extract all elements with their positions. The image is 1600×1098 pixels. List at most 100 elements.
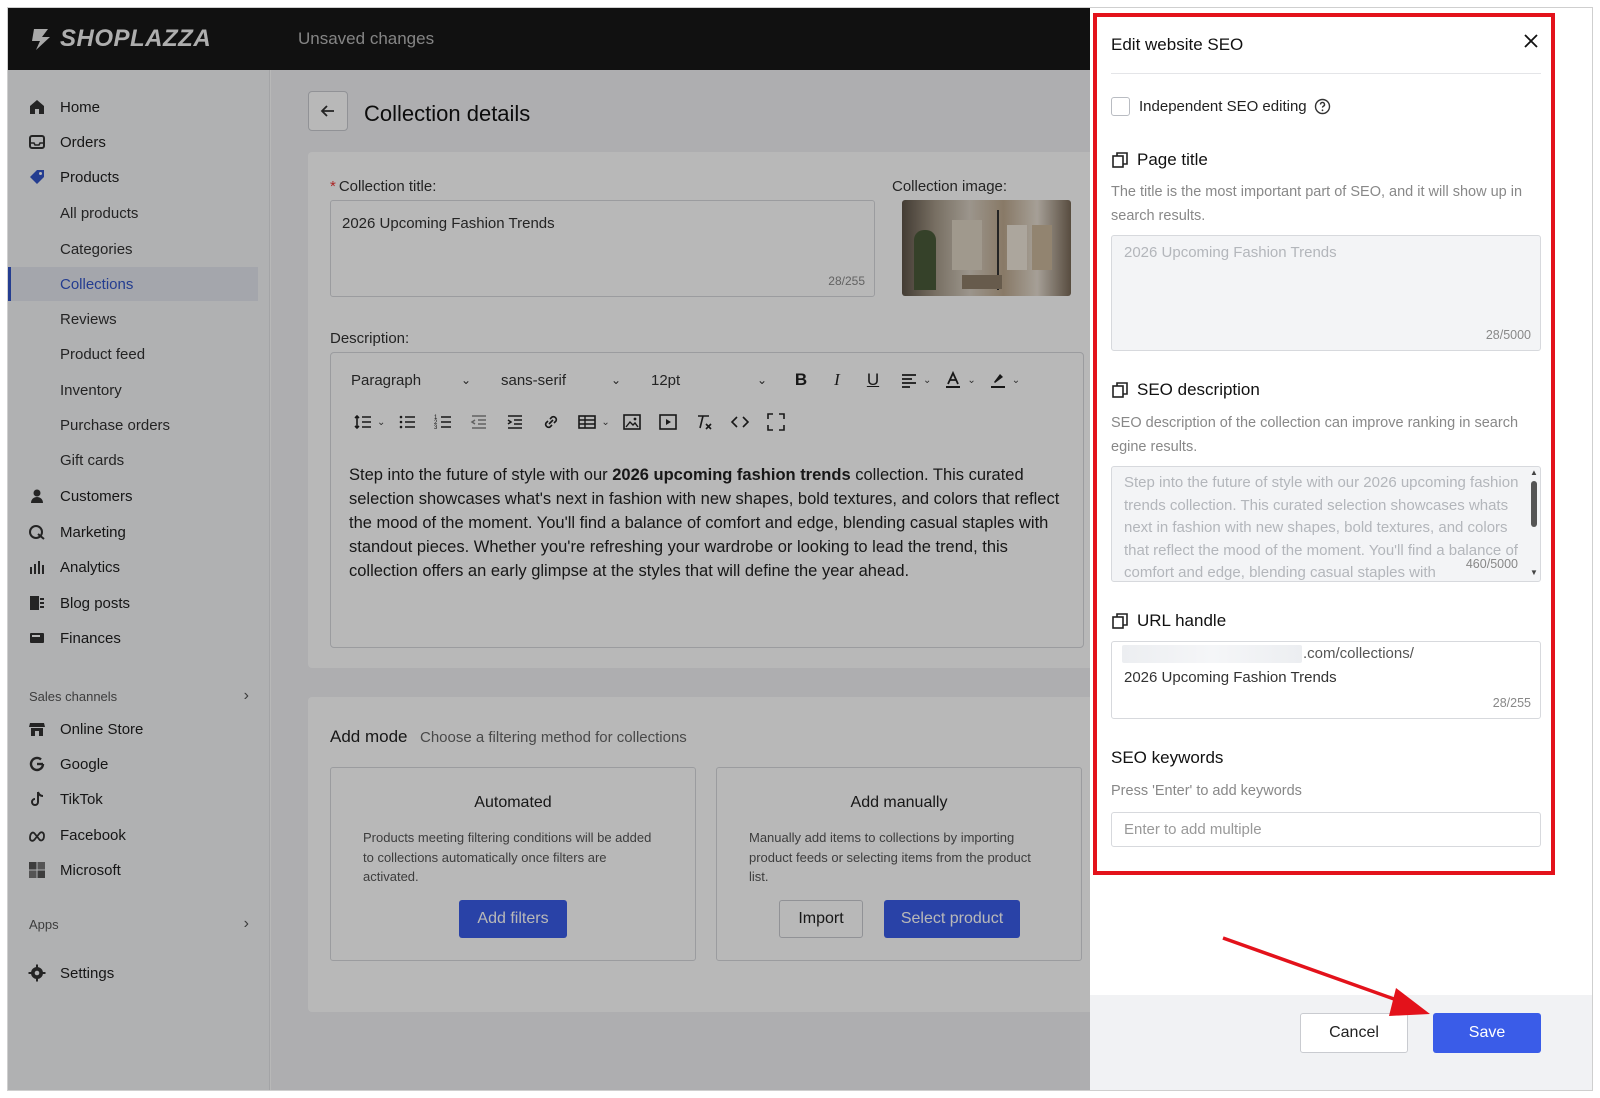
sidebar-item-home[interactable]: Home bbox=[8, 90, 258, 124]
sidebar-item-blog-posts[interactable]: Blog posts bbox=[8, 586, 258, 620]
collection-title-counter: 28/255 bbox=[828, 274, 865, 288]
sidebar-item-products[interactable]: Products bbox=[8, 160, 258, 194]
scrollbar[interactable]: ▲ ▼ bbox=[1530, 469, 1538, 577]
italic-button[interactable]: I bbox=[824, 367, 850, 393]
description-label: Description: bbox=[330, 330, 410, 347]
sidebar-sub-inventory[interactable]: Inventory bbox=[8, 373, 258, 407]
sidebar-item-google[interactable]: Google bbox=[8, 747, 258, 781]
unsaved-status: Unsaved changes bbox=[298, 29, 435, 48]
table-icon[interactable] bbox=[574, 409, 600, 435]
sidebar-item-facebook[interactable]: Facebook bbox=[8, 818, 258, 852]
sidebar-item-settings[interactable]: Settings bbox=[8, 956, 258, 990]
copy-icon[interactable] bbox=[1111, 612, 1129, 630]
outdent-icon[interactable] bbox=[466, 409, 492, 435]
copy-icon[interactable] bbox=[1111, 151, 1129, 169]
store-icon bbox=[27, 719, 47, 739]
bold-button[interactable]: B bbox=[788, 367, 814, 393]
back-button[interactable] bbox=[308, 91, 348, 131]
sidebar-sub-gift-cards[interactable]: Gift cards bbox=[8, 443, 258, 477]
line-height-icon[interactable] bbox=[350, 409, 376, 435]
import-button[interactable]: Import bbox=[779, 900, 863, 938]
arrow-left-icon bbox=[320, 105, 334, 117]
url-handle-input[interactable]: .com/collections/ 2026 Upcoming Fashion … bbox=[1111, 641, 1541, 719]
image-icon[interactable] bbox=[619, 409, 645, 435]
cancel-button[interactable]: Cancel bbox=[1300, 1013, 1408, 1053]
page-title-counter: 28/5000 bbox=[1485, 328, 1531, 342]
sidebar-item-analytics[interactable]: Analytics bbox=[8, 550, 258, 584]
sidebar-sub-categories[interactable]: Categories bbox=[8, 232, 258, 266]
sidebar-item-marketing[interactable]: Marketing bbox=[8, 515, 258, 549]
seo-description-hint: SEO description of the collection can im… bbox=[1111, 415, 1519, 455]
page-title-heading: Page title bbox=[1111, 150, 1208, 170]
svg-text:3: 3 bbox=[434, 425, 438, 431]
manual-mode-option[interactable]: Add manually Manually add items to colle… bbox=[716, 767, 1082, 961]
collection-image[interactable] bbox=[902, 200, 1071, 296]
drawer-title: Edit website SEO bbox=[1111, 35, 1244, 54]
sales-channels-header[interactable]: Sales channels › bbox=[29, 687, 249, 705]
orders-icon bbox=[27, 132, 47, 152]
sidebar-item-finances[interactable]: Finances bbox=[8, 621, 258, 655]
automated-mode-option[interactable]: Automated Products meeting filtering con… bbox=[330, 767, 696, 961]
marketing-icon bbox=[27, 522, 47, 542]
independent-seo-checkbox[interactable] bbox=[1111, 97, 1130, 116]
sidebar-sub-product-feed[interactable]: Product feed bbox=[8, 337, 258, 371]
main-content: Collection details * Collection title: 20… bbox=[271, 70, 1120, 1090]
collection-title-input[interactable]: 2026 Upcoming Fashion Trends 28/255 bbox=[330, 200, 875, 297]
close-button[interactable] bbox=[1520, 30, 1542, 52]
code-icon[interactable] bbox=[727, 409, 753, 435]
help-icon[interactable] bbox=[1314, 98, 1331, 115]
chevron-right-icon: › bbox=[243, 915, 249, 932]
scroll-up-icon[interactable]: ▲ bbox=[1530, 469, 1538, 477]
sidebar-sub-purchase-orders[interactable]: Purchase orders bbox=[8, 408, 258, 442]
url-prefix: .com/collections/ bbox=[1303, 645, 1414, 662]
indent-icon[interactable] bbox=[502, 409, 528, 435]
url-handle-counter: 28/255 bbox=[1492, 696, 1531, 710]
description-text[interactable]: Step into the future of style with our 2… bbox=[349, 463, 1067, 583]
add-mode-subtitle: Choose a filtering method for collection… bbox=[420, 729, 687, 746]
align-icon[interactable] bbox=[896, 367, 922, 393]
chevron-right-icon: › bbox=[243, 687, 249, 704]
text-color-icon[interactable] bbox=[940, 367, 966, 393]
meta-icon bbox=[27, 825, 47, 845]
google-icon bbox=[27, 754, 47, 774]
sidebar-sub-reviews[interactable]: Reviews bbox=[8, 302, 258, 336]
highlight-icon[interactable] bbox=[985, 367, 1011, 393]
sidebar-sub-all-products[interactable]: All products bbox=[8, 196, 258, 230]
video-icon[interactable] bbox=[655, 409, 681, 435]
font-size-select[interactable]: 12pt ⌄ bbox=[637, 365, 773, 395]
block-format-select[interactable]: Paragraph ⌄ bbox=[337, 365, 477, 395]
chevron-down-icon: ⌄ bbox=[923, 374, 932, 386]
brand-logo[interactable]: SHOPLAZZA bbox=[28, 25, 211, 53]
seo-description-input[interactable]: Step into the future of style with our 2… bbox=[1111, 466, 1541, 582]
select-product-button[interactable]: Select product bbox=[884, 900, 1020, 938]
save-button[interactable]: Save bbox=[1433, 1013, 1541, 1053]
drawer-footer: Cancel Save bbox=[1090, 995, 1592, 1090]
sidebar-item-orders[interactable]: Orders bbox=[8, 125, 258, 159]
underline-button[interactable]: U bbox=[860, 367, 886, 393]
apps-header[interactable]: Apps › bbox=[29, 915, 249, 933]
sidebar-item-tiktok[interactable]: TikTok bbox=[8, 782, 258, 816]
sidebar: Home Orders Products All products Catego… bbox=[8, 70, 270, 1090]
page-title-input[interactable]: 2026 Upcoming Fashion Trends 28/5000 bbox=[1111, 235, 1541, 351]
description-editor[interactable]: Paragraph ⌄ sans-serif ⌄ 12pt ⌄ B I U ⌄ … bbox=[330, 352, 1084, 648]
scroll-down-icon[interactable]: ▼ bbox=[1530, 569, 1538, 577]
bullet-list-icon[interactable] bbox=[394, 409, 420, 435]
collection-title-label: * Collection title: bbox=[330, 178, 437, 195]
top-bar: SHOPLAZZA Unsaved changes bbox=[8, 8, 1120, 70]
chevron-down-icon: ⌄ bbox=[377, 416, 386, 428]
sidebar-item-customers[interactable]: Customers bbox=[8, 479, 258, 513]
numbered-list-icon[interactable]: 123 bbox=[430, 409, 456, 435]
fullscreen-icon[interactable] bbox=[763, 409, 789, 435]
sidebar-sub-collections[interactable]: Collections bbox=[8, 267, 258, 301]
link-icon[interactable] bbox=[538, 409, 564, 435]
blog-icon bbox=[27, 593, 47, 613]
copy-icon[interactable] bbox=[1111, 381, 1129, 399]
clear-format-icon[interactable] bbox=[691, 409, 717, 435]
seo-keywords-input[interactable]: Enter to add multiple bbox=[1111, 812, 1541, 847]
sidebar-item-microsoft[interactable]: Microsoft bbox=[8, 853, 258, 887]
sidebar-item-online-store[interactable]: Online Store bbox=[8, 712, 258, 746]
add-filters-button[interactable]: Add filters bbox=[459, 900, 567, 938]
app-window: SHOPLAZZA Unsaved changes Home Orders Pr… bbox=[7, 7, 1593, 1091]
font-family-select[interactable]: sans-serif ⌄ bbox=[487, 365, 627, 395]
blurred-domain bbox=[1122, 645, 1302, 663]
